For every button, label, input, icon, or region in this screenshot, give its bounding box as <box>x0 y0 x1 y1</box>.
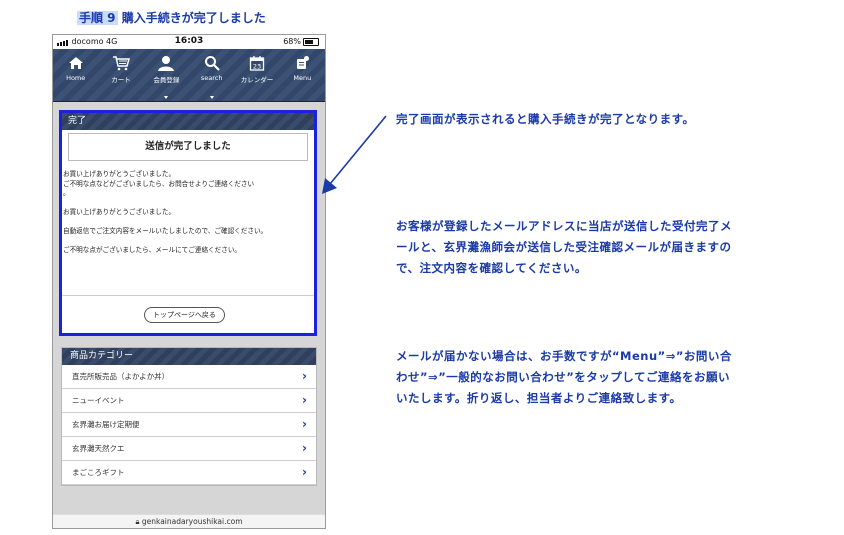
note-contact: メールが届かない場合は、お手数ですが“Menu”⇒”お問い合わせ”⇒”一般的なお… <box>396 349 732 405</box>
note-confirmation-mail: お客様が登録したメールアドレスに当店が送信した受付完了メールと、玄界灘漁師会が送… <box>396 219 732 275</box>
note-completion: 完了画面が表示されると購入手続きが完了となります。 <box>396 112 695 126</box>
